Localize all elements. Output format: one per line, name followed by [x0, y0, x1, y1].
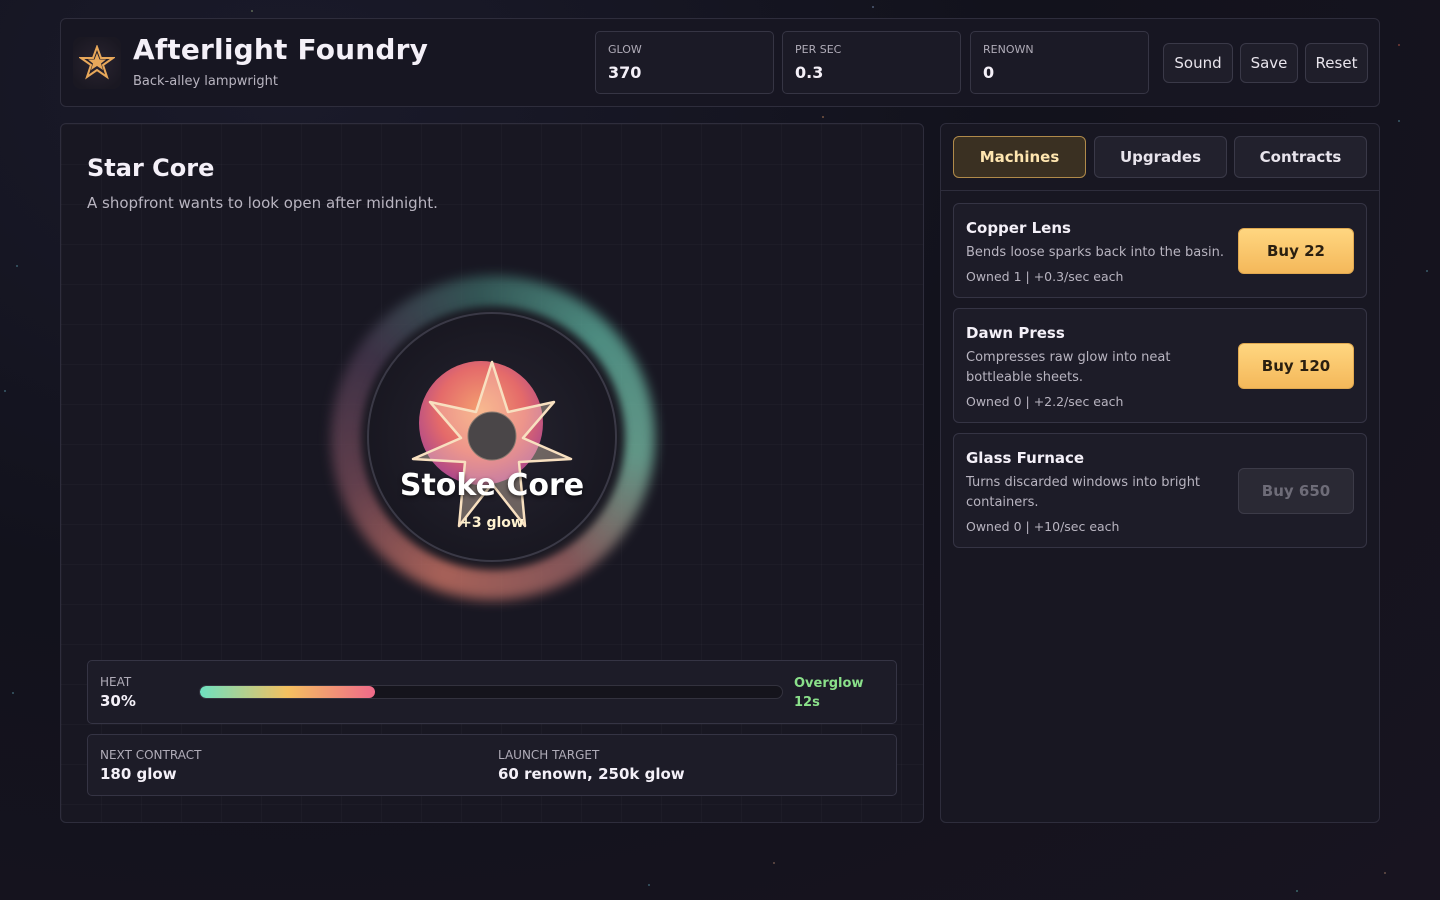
background-speck	[1296, 890, 1298, 892]
goals-box: NEXT CONTRACT 180 glow LAUNCH TARGET 60 …	[87, 734, 897, 796]
background-speck	[822, 116, 824, 118]
machine-name: Glass Furnace	[966, 449, 1085, 467]
stat-value: 0.3	[795, 63, 824, 82]
machine-description: Bends loose sparks back into the basin.	[966, 245, 1225, 260]
panel-description: A shopfront wants to look open after mid…	[87, 194, 438, 212]
stoke-core-button[interactable]: Stoke Core +3 glow	[367, 312, 617, 562]
stat-label: RENOWN	[983, 43, 1034, 56]
launch-target-label: LAUNCH TARGET	[498, 748, 600, 762]
shop-panel: Machines Upgrades Contracts Copper Lens …	[940, 123, 1380, 823]
machine-owned: Owned 0 | +2.2/sec each	[966, 394, 1124, 409]
app-title: Afterlight Foundry	[133, 33, 429, 66]
divider	[941, 190, 1379, 191]
buy-copper-lens-button[interactable]: Buy 22	[1238, 228, 1354, 274]
panel-title: Star Core	[87, 154, 215, 182]
buy-dawn-press-button[interactable]: Buy 120	[1238, 343, 1354, 389]
top-bar: Afterlight Foundry Back-alley lampwright…	[60, 18, 1380, 107]
glow-stat: GLOW 370	[595, 31, 774, 94]
core-panel: Star Core A shopfront wants to look open…	[60, 123, 924, 823]
background-speck	[251, 10, 253, 12]
stat-label: PER SEC	[795, 43, 842, 56]
machine-description: Compresses raw glow into neat bottleable…	[966, 350, 1171, 385]
background-speck	[648, 884, 650, 886]
stoke-core-label: Stoke Core	[399, 468, 585, 503]
machine-description: Turns discarded windows into bright cont…	[966, 475, 1201, 510]
machine-name: Dawn Press	[966, 324, 1065, 342]
buy-glass-furnace-button[interactable]: Buy 650	[1238, 468, 1354, 514]
tab-machines[interactable]: Machines	[953, 136, 1086, 178]
background-speck	[12, 692, 14, 694]
machine-card-glass-furnace: Glass Furnace Turns discarded windows in…	[953, 433, 1367, 548]
per-sec-stat: PER SEC 0.3	[782, 31, 961, 94]
sound-button[interactable]: Sound	[1163, 43, 1233, 83]
background-speck	[1398, 44, 1400, 46]
next-contract-value: 180 glow	[100, 765, 177, 783]
overglow-timer: Overglow 12s	[794, 674, 884, 712]
stat-value: 0	[983, 63, 995, 82]
background-speck	[16, 265, 18, 267]
background-speck	[773, 862, 775, 864]
heat-label: HEAT	[100, 675, 132, 689]
heat-value: 30%	[100, 692, 136, 710]
background-speck	[872, 6, 874, 8]
launch-target-value: 60 renown, 250k glow	[498, 765, 685, 783]
heat-meter: HEAT 30% Overglow 12s	[87, 660, 897, 724]
heat-bar	[199, 685, 783, 699]
tab-upgrades[interactable]: Upgrades	[1094, 136, 1227, 178]
machine-card-dawn-press: Dawn Press Compresses raw glow into neat…	[953, 308, 1367, 423]
machine-name: Copper Lens	[966, 219, 1071, 237]
background-speck	[1398, 120, 1400, 122]
click-gain-label: +3 glow	[460, 515, 524, 531]
machine-owned: Owned 0 | +10/sec each	[966, 519, 1120, 534]
star-emblem-icon	[73, 37, 121, 89]
stat-value: 370	[608, 63, 642, 82]
machine-owned: Owned 1 | +0.3/sec each	[966, 269, 1124, 284]
tab-contracts[interactable]: Contracts	[1234, 136, 1367, 178]
heat-bar-fill	[200, 686, 375, 698]
next-contract-label: NEXT CONTRACT	[100, 748, 202, 762]
background-speck	[1384, 872, 1386, 874]
renown-stat: RENOWN 0	[970, 31, 1149, 94]
reset-button[interactable]: Reset	[1305, 43, 1368, 83]
app-subtitle: Back-alley lampwright	[133, 74, 278, 89]
stat-label: GLOW	[608, 43, 642, 56]
background-speck	[4, 390, 6, 392]
machine-card-copper-lens: Copper Lens Bends loose sparks back into…	[953, 203, 1367, 298]
save-button[interactable]: Save	[1240, 43, 1298, 83]
background-speck	[1426, 270, 1428, 272]
overglow-time: 12s	[794, 695, 820, 710]
overglow-label: Overglow	[794, 676, 864, 691]
